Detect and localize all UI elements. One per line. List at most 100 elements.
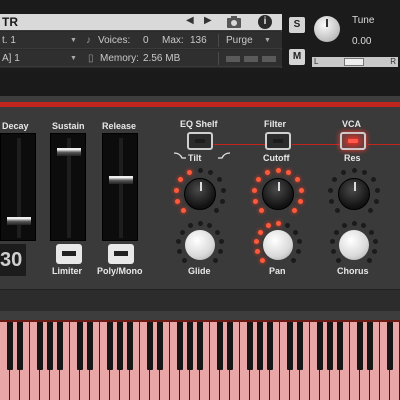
solo-button[interactable]: S bbox=[289, 17, 305, 33]
pan-slider[interactable]: L R bbox=[312, 57, 398, 67]
output-dropdown-icon[interactable]: ▼ bbox=[70, 37, 77, 44]
black-key[interactable] bbox=[117, 322, 123, 370]
memory-value: 2.56 MB bbox=[143, 53, 181, 64]
sustain-label: Sustain bbox=[52, 121, 85, 131]
chorus-knob[interactable] bbox=[339, 230, 369, 260]
black-key[interactable] bbox=[187, 322, 193, 370]
black-key[interactable] bbox=[217, 322, 223, 370]
decay-slider-handle[interactable] bbox=[7, 216, 31, 225]
poly-mono-button[interactable] bbox=[108, 244, 134, 264]
black-key[interactable] bbox=[357, 322, 363, 370]
level-led bbox=[252, 198, 258, 204]
pan-knob[interactable] bbox=[263, 230, 293, 260]
black-key[interactable] bbox=[197, 322, 203, 370]
black-key[interactable] bbox=[287, 322, 293, 370]
instrument-title-row: TR ◀ ▶ i bbox=[0, 14, 282, 31]
black-key[interactable] bbox=[297, 322, 303, 370]
black-key[interactable] bbox=[147, 322, 153, 370]
memory-label: Memory: bbox=[100, 53, 139, 64]
piano-keyboard[interactable] bbox=[0, 320, 400, 400]
eq-shelf-label: EQ Shelf bbox=[180, 119, 218, 129]
purge-dropdown-icon[interactable]: ▼ bbox=[264, 37, 271, 44]
black-key[interactable] bbox=[17, 322, 23, 370]
instrument-name[interactable]: TR bbox=[2, 15, 18, 29]
black-key[interactable] bbox=[47, 322, 53, 370]
cutoff-knob[interactable] bbox=[262, 178, 294, 210]
value-display: 30 bbox=[0, 244, 26, 276]
black-key[interactable] bbox=[127, 322, 133, 370]
output-meter-left bbox=[226, 56, 240, 62]
tilt-knob[interactable] bbox=[184, 178, 216, 210]
info-icon[interactable]: i bbox=[258, 15, 272, 29]
black-key[interactable] bbox=[317, 322, 323, 370]
level-led bbox=[293, 229, 299, 235]
black-key[interactable] bbox=[267, 322, 273, 370]
voices-label: Voices: bbox=[98, 35, 131, 46]
black-key[interactable] bbox=[157, 322, 163, 370]
level-led bbox=[340, 170, 346, 176]
black-key[interactable] bbox=[87, 322, 93, 370]
cutoff-label: Cutoff bbox=[263, 153, 290, 163]
black-key[interactable] bbox=[77, 322, 83, 370]
camera-icon[interactable] bbox=[226, 15, 242, 29]
purge-menu[interactable]: Purge bbox=[226, 35, 253, 46]
mute-button[interactable]: M bbox=[289, 49, 305, 65]
release-slider[interactable] bbox=[102, 133, 138, 241]
limiter-button[interactable] bbox=[56, 244, 82, 264]
level-led bbox=[327, 187, 333, 193]
pan-left-label: L bbox=[314, 57, 319, 66]
level-led bbox=[174, 198, 180, 204]
black-key[interactable] bbox=[247, 322, 253, 370]
black-key[interactable] bbox=[327, 322, 333, 370]
next-instrument-icon[interactable]: ▶ bbox=[204, 15, 212, 26]
level-led bbox=[186, 170, 192, 176]
level-led bbox=[175, 239, 181, 245]
tune-label: Tune bbox=[352, 15, 375, 26]
sustain-slider-handle[interactable] bbox=[57, 147, 81, 156]
level-led bbox=[264, 170, 270, 176]
black-key[interactable] bbox=[257, 322, 263, 370]
level-led bbox=[330, 249, 336, 255]
black-key[interactable] bbox=[387, 322, 393, 370]
vca-switch[interactable] bbox=[340, 132, 366, 150]
limiter-label: Limiter bbox=[52, 266, 83, 276]
max-voices-value[interactable]: 136 bbox=[190, 35, 207, 46]
decay-slider[interactable] bbox=[0, 133, 36, 241]
output-select[interactable]: t. 1 bbox=[2, 35, 16, 46]
level-led bbox=[333, 229, 339, 235]
level-led bbox=[181, 258, 187, 264]
divider bbox=[218, 52, 219, 65]
prev-instrument-icon[interactable]: ◀ bbox=[186, 15, 194, 26]
eq-shelf-switch[interactable] bbox=[187, 132, 213, 150]
res-knob[interactable] bbox=[338, 178, 370, 210]
midi-row: A] 1 ▼ ▯ Memory: 2.56 MB bbox=[0, 50, 282, 67]
release-slider-handle[interactable] bbox=[109, 176, 133, 185]
black-key[interactable] bbox=[227, 322, 233, 370]
sustain-slider[interactable] bbox=[50, 133, 86, 241]
black-key[interactable] bbox=[107, 322, 113, 370]
midi-dropdown-icon[interactable]: ▼ bbox=[70, 55, 77, 62]
tune-value[interactable]: 0.00 bbox=[352, 36, 371, 47]
pan-slider-handle[interactable] bbox=[344, 58, 364, 66]
black-key[interactable] bbox=[337, 322, 343, 370]
black-key[interactable] bbox=[7, 322, 13, 370]
max-label: Max: bbox=[162, 35, 184, 46]
black-key[interactable] bbox=[57, 322, 63, 370]
memory-icon: ▯ bbox=[88, 53, 94, 64]
output-meter-mid bbox=[244, 56, 258, 62]
level-led bbox=[335, 258, 341, 264]
black-key[interactable] bbox=[37, 322, 43, 370]
decay-label: Decay bbox=[2, 121, 29, 131]
glide-knob[interactable] bbox=[185, 230, 215, 260]
vca-label: VCA bbox=[342, 119, 362, 129]
level-led bbox=[254, 249, 260, 255]
level-led bbox=[351, 220, 357, 226]
black-key[interactable] bbox=[177, 322, 183, 370]
instrument-info-panel: TR ◀ ▶ i t. 1 ▼ ♪ Voices: 0 Max: 136 Pur… bbox=[0, 14, 282, 68]
tune-knob[interactable] bbox=[314, 16, 340, 42]
black-key[interactable] bbox=[367, 322, 373, 370]
level-led bbox=[259, 258, 265, 264]
level-led bbox=[215, 229, 221, 235]
filter-switch[interactable] bbox=[265, 132, 291, 150]
midi-channel-select[interactable]: A] 1 bbox=[2, 53, 20, 64]
